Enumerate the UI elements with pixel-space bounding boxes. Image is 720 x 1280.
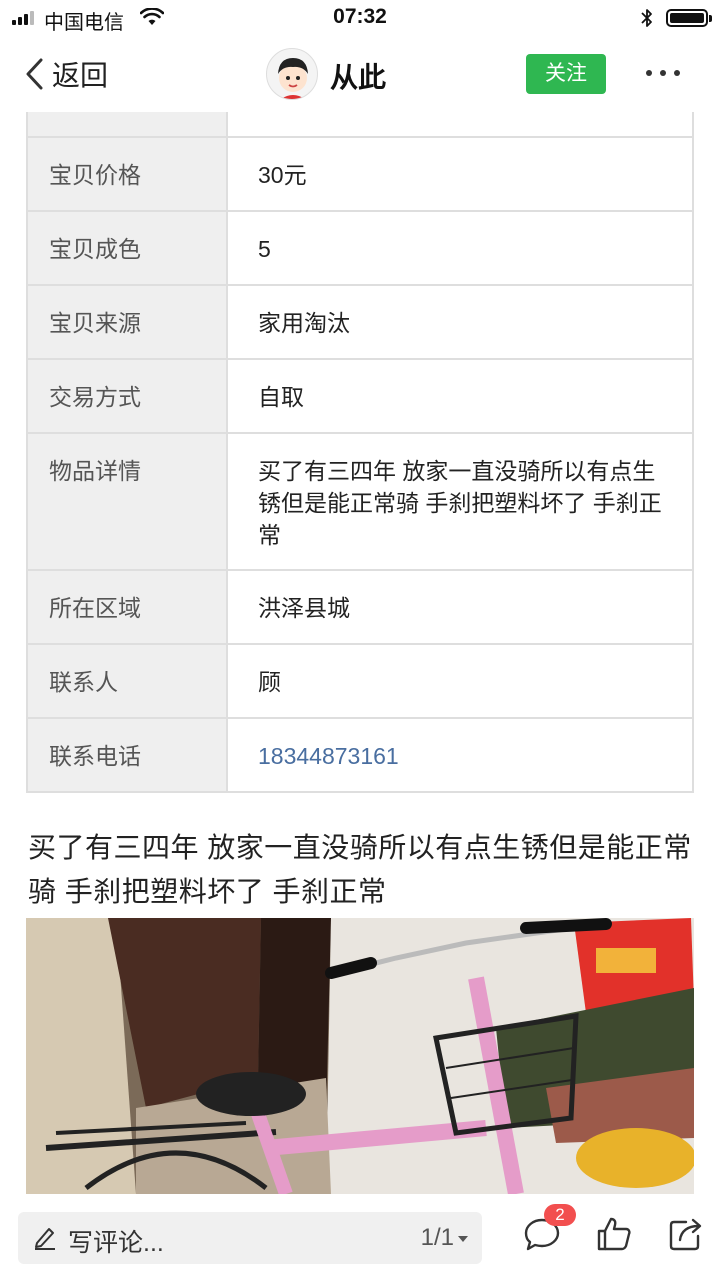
status-time: 07:32 xyxy=(333,5,387,28)
comment-count-badge: 2 xyxy=(544,1204,576,1226)
comment-input[interactable]: 写评论... 1/1 xyxy=(18,1212,482,1264)
info-table: 宝贝价格 30元 宝贝成色 5 宝贝来源 家用淘汰 交易方式 自取 物品详情 买… xyxy=(26,112,694,793)
chevron-down-icon xyxy=(458,1235,468,1242)
bluetooth-icon xyxy=(641,9,652,27)
follow-button[interactable]: 关注 xyxy=(526,54,606,94)
nav-bar: 返回 从此 关注 xyxy=(0,36,720,112)
phone-label: 联系电话 xyxy=(28,719,228,791)
avatar-cartoon-icon xyxy=(278,58,308,99)
condition-value: 5 xyxy=(258,236,271,262)
article-content[interactable]: 宝贝价格 30元 宝贝成色 5 宝贝来源 家用淘汰 交易方式 自取 物品详情 买… xyxy=(0,112,720,1194)
table-row: 联系人 顾 xyxy=(28,643,692,717)
price-value: 30元 xyxy=(258,162,307,188)
page-indicator-text: 1/1 xyxy=(420,1224,454,1251)
source-value: 家用淘汰 xyxy=(258,310,350,336)
trade-method-value: 自取 xyxy=(258,384,304,410)
bottom-bar: 写评论... 1/1 2 xyxy=(0,1194,720,1280)
table-row xyxy=(28,112,692,136)
source-label: 宝贝来源 xyxy=(28,286,228,358)
contact-value: 顾 xyxy=(258,669,281,695)
table-row: 宝贝来源 家用淘汰 xyxy=(28,284,692,358)
back-button[interactable]: 返回 xyxy=(24,56,108,92)
details-value: 买了有三四年 放家一直没骑所以有点生锈但是能正常骑 手刹把塑料坏了 手刹正常 xyxy=(258,458,662,548)
post-description: 买了有三四年 放家一直没骑所以有点生锈但是能正常骑 手刹把塑料坏了 手刹正常 xyxy=(28,832,692,907)
battery-icon xyxy=(666,9,712,27)
bicycle-photo[interactable] xyxy=(26,918,694,1194)
comment-placeholder: 写评论... xyxy=(68,1229,164,1257)
thumbs-up-icon[interactable] xyxy=(594,1214,634,1254)
contact-label: 联系人 xyxy=(28,645,228,717)
trade-method-label: 交易方式 xyxy=(28,360,228,432)
status-bar: 中国电信 07:32 xyxy=(0,0,720,36)
region-value: 洪泽县城 xyxy=(258,595,350,621)
table-row: 所在区域 洪泽县城 xyxy=(28,569,692,643)
page-indicator[interactable]: 1/1 xyxy=(421,1224,468,1252)
back-chevron-icon xyxy=(26,58,43,90)
share-icon[interactable] xyxy=(666,1214,706,1254)
table-row: 宝贝价格 30元 xyxy=(28,136,692,210)
price-label: 宝贝价格 xyxy=(28,138,228,210)
page-title: 从此 xyxy=(330,62,387,93)
table-row: 宝贝成色 5 xyxy=(28,210,692,284)
table-row: 联系电话 18344873161 xyxy=(28,717,692,791)
region-label: 所在区域 xyxy=(28,571,228,643)
condition-label: 宝贝成色 xyxy=(28,212,228,284)
more-icon[interactable] xyxy=(646,70,680,78)
table-row: 交易方式 自取 xyxy=(28,358,692,432)
details-label: 物品详情 xyxy=(28,434,228,569)
back-label: 返回 xyxy=(52,60,109,91)
phone-link[interactable]: 18344873161 xyxy=(228,719,692,791)
table-row: 物品详情 买了有三四年 放家一直没骑所以有点生锈但是能正常骑 手刹把塑料坏了 手… xyxy=(28,432,692,569)
avatar[interactable] xyxy=(266,48,318,100)
pen-icon xyxy=(35,1228,55,1250)
